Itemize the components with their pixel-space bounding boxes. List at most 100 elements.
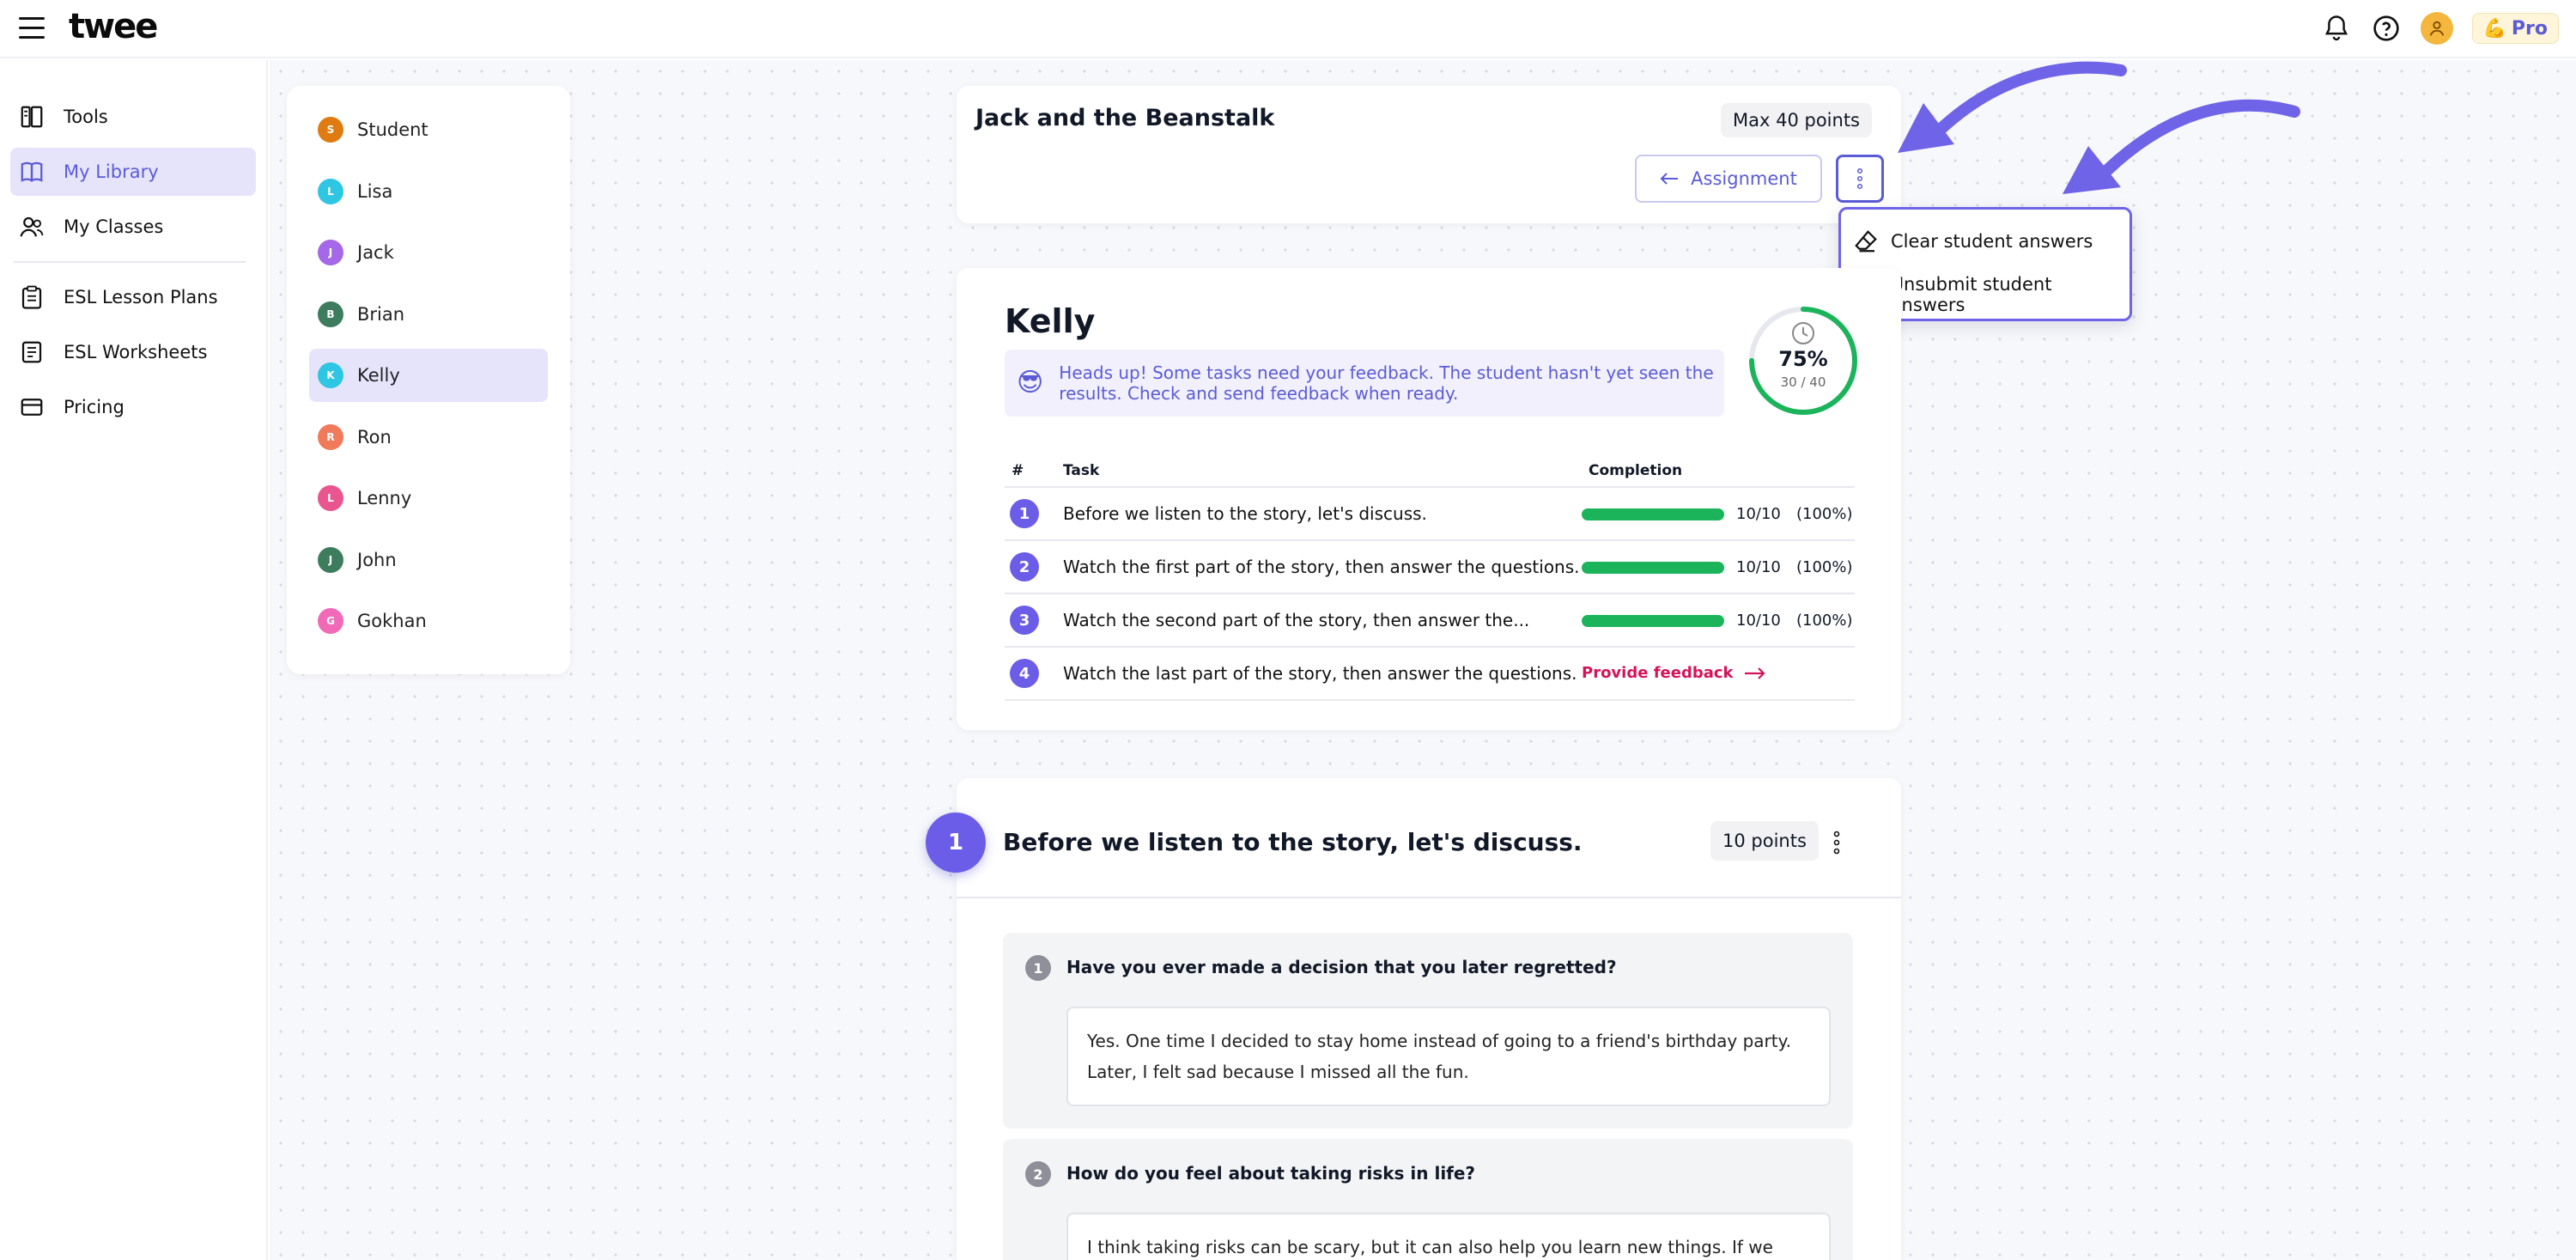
sidebar: Tools My Library My Classes ESL Lesson P… (0, 60, 268, 1260)
pricing-icon (19, 394, 45, 420)
answer-line: Later, I felt sad because I missed all t… (1087, 1062, 1469, 1082)
student-item-ron[interactable]: R Ron (309, 411, 548, 464)
sidebar-item-esl-lesson-plans[interactable]: ESL Lesson Plans (10, 273, 256, 321)
sidebar-item-label: ESL Lesson Plans (64, 287, 218, 307)
bell-icon[interactable] (2321, 13, 2352, 44)
arrow-left-icon (1660, 173, 1679, 185)
task-row[interactable]: 3 Watch the second part of the story, the… (1005, 593, 1855, 646)
assignment-button-label: Assignment (1691, 168, 1797, 189)
student-item-kelly[interactable]: K Kelly (309, 349, 548, 402)
student-name: Student (357, 119, 428, 140)
task-row[interactable]: 4 Watch the last part of the story, then … (1005, 646, 1855, 699)
worksheet-icon (19, 339, 45, 365)
feedback-label: Provide feedback (1582, 664, 1734, 682)
assignment-button[interactable]: Assignment (1635, 155, 1822, 203)
assignment-title: Jack and the Beanstalk (975, 105, 1275, 131)
student-name: Kelly (357, 365, 400, 386)
task-percent: (100%) (1796, 505, 1853, 523)
section-kebab-icon[interactable] (1831, 830, 1843, 855)
menu-item-label: Clear student answers (1891, 231, 2093, 252)
section-title: Before we listen to the story, let's dis… (1003, 828, 1583, 856)
pro-label: Pro (2511, 17, 2548, 40)
student-avatar: J (318, 240, 343, 265)
question-block: 1 Have you ever made a decision that you… (1003, 933, 1853, 1129)
menu-item-label: Unsubmit student answers (1890, 274, 2052, 315)
completion-bar (1582, 562, 1724, 574)
task-row[interactable]: 1 Before we listen to the story, let's di… (1005, 486, 1855, 539)
student-item-gokhan[interactable]: G Gokhan (309, 594, 548, 648)
student-item-jack[interactable]: J Jack (309, 226, 548, 279)
student-item-lisa[interactable]: L Lisa (309, 165, 548, 218)
task-number: 3 (1010, 606, 1039, 635)
task-number: 4 (1010, 659, 1039, 688)
task-percent: (100%) (1796, 612, 1853, 630)
header-task: Task (1063, 462, 1100, 479)
student-name: Lisa (357, 180, 393, 202)
student-answer: Yes. One time I decided to stay home ins… (1066, 1007, 1831, 1106)
arrow-right-icon (1744, 667, 1765, 679)
student-answer: I think taking risks can be scary, but i… (1066, 1213, 1831, 1260)
sidebar-item-label: My Classes (64, 216, 164, 237)
sidebar-item-tools[interactable]: Tools (10, 93, 256, 141)
student-avatar: S (318, 117, 343, 143)
sidebar-item-label: My Library (64, 161, 159, 182)
pro-badge[interactable]: 💪 Pro (2471, 13, 2559, 44)
task-score: 10/10 (1736, 558, 1781, 576)
sidebar-item-label: ESL Worksheets (64, 342, 208, 362)
question-number: 1 (1025, 955, 1051, 981)
task-title: Watch the second part of the story, then… (1063, 610, 1530, 630)
sidebar-item-label: Tools (64, 107, 108, 127)
sunglasses-emoji-icon: 😎 (1017, 368, 1044, 398)
student-item-lenny[interactable]: L Lenny (309, 472, 548, 525)
student-name: Brian (357, 303, 405, 325)
student-avatar: B (318, 301, 343, 327)
question-block: 2 How do you feel about taking risks in … (1003, 1139, 1853, 1260)
app-logo[interactable]: twee (69, 7, 158, 46)
student-name: Lenny (357, 488, 412, 508)
completion-bar (1582, 508, 1724, 520)
sidebar-item-esl-worksheets[interactable]: ESL Worksheets (10, 328, 256, 376)
task-title: Watch the first part of the story, then … (1063, 557, 1580, 577)
student-item-brian[interactable]: B Brian (309, 288, 548, 341)
student-avatar: K (318, 362, 343, 388)
assignment-header: Jack and the Beanstalk Max 40 points Ass… (957, 86, 1901, 223)
flex-icon: 💪 (2482, 17, 2506, 40)
clipboard-icon (19, 284, 45, 310)
sidebar-item-pricing[interactable]: Pricing (10, 383, 256, 431)
tools-icon (19, 104, 45, 130)
student-name: Jack (357, 242, 394, 263)
student-item-student[interactable]: S Student (309, 103, 548, 156)
top-bar: twee 💪 Pro (0, 0, 2576, 58)
answer-line: I think taking risks can be scary, but i… (1087, 1237, 1773, 1257)
question-number: 2 (1025, 1161, 1051, 1187)
header-number: # (1012, 462, 1024, 479)
provide-feedback-link[interactable]: Provide feedback (1582, 664, 1766, 682)
score-percent: 75% (1778, 347, 1828, 371)
sidebar-item-my-library[interactable]: My Library (10, 148, 256, 196)
task-number: 2 (1010, 552, 1039, 581)
question-text: How do you feel about taking risks in li… (1066, 1163, 1476, 1184)
hamburger-menu-icon[interactable] (19, 17, 45, 41)
task-section-card: Before we listen to the story, let's dis… (957, 778, 1901, 1260)
completion-bar (1582, 615, 1724, 627)
users-icon (19, 214, 45, 240)
alert-line-2: results. Check and send feedback when re… (1059, 383, 1459, 404)
student-name: John (357, 549, 397, 570)
header-completion: Completion (1589, 462, 1683, 479)
student-name: Gokhan (357, 611, 427, 631)
answer-line: Yes. One time I decided to stay home ins… (1087, 1031, 1791, 1051)
sidebar-item-label: Pricing (64, 397, 125, 417)
sidebar-item-my-classes[interactable]: My Classes (10, 203, 256, 251)
help-icon[interactable] (2371, 13, 2402, 44)
user-avatar[interactable] (2420, 12, 2453, 45)
student-avatar: L (318, 485, 343, 511)
student-avatar: L (318, 178, 343, 204)
student-item-john[interactable]: J John (309, 533, 548, 587)
task-score: 10/10 (1736, 505, 1781, 523)
task-row[interactable]: 2 Watch the first part of the story, then… (1005, 539, 1855, 593)
kebab-icon (1856, 167, 1863, 190)
book-icon (19, 159, 45, 185)
task-title: Watch the last part of the story, then a… (1063, 663, 1577, 684)
feedback-alert: 😎 Heads up! Some tasks need your feedbac… (1005, 350, 1724, 417)
max-points-badge: Max 40 points (1721, 103, 1872, 137)
